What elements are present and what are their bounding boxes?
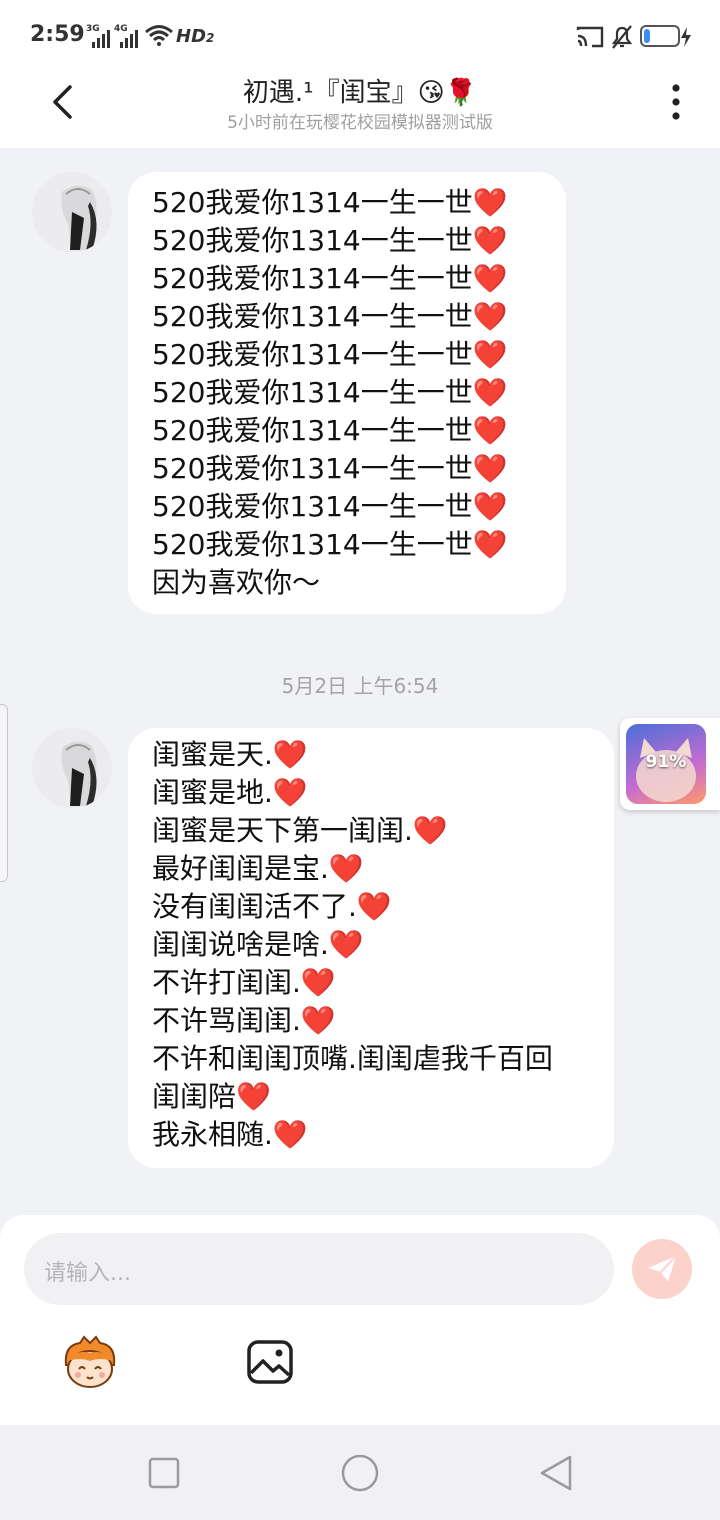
send-icon <box>648 1255 677 1282</box>
message-line: 闺闺说啥是啥.❤️ <box>152 928 364 961</box>
avatar[interactable] <box>32 728 112 808</box>
message-line: 闺蜜是地.❤️ <box>152 776 308 809</box>
chat-subtitle: 5小时前在玩樱花校园模拟器测试版 <box>227 113 493 133</box>
message-line: 最好闺闺是宝.❤️ <box>152 852 364 885</box>
charging-icon <box>681 27 691 47</box>
system-nav-bar <box>0 1425 720 1520</box>
battery-icon <box>640 25 680 47</box>
wifi-icon <box>145 25 173 46</box>
message-line: 闺蜜是天.❤️ <box>152 738 308 771</box>
message-line: 520我爱你1314一生一世❤️ <box>152 262 508 295</box>
message-line: 因为喜欢你～ <box>152 566 321 599</box>
chat-title: 初遇.¹『闺宝』😘🌹 <box>242 78 478 108</box>
chat-header: 初遇.¹『闺宝』😘🌹 5小时前在玩樱花校园模拟器测试版 <box>0 72 720 148</box>
cast-icon <box>576 26 604 48</box>
message-line: 不许打闺闺.❤️ <box>152 966 336 999</box>
status-bar: 2:59 3G 4G HD2 <box>0 0 720 72</box>
message-line: 我永相随.❤️ <box>152 1118 308 1151</box>
message-input[interactable]: 请输入... <box>24 1233 614 1305</box>
message-line: 闺蜜是天下第一闺闺.❤️ <box>152 814 448 847</box>
message-line: 520我爱你1314一生一世❤️ <box>152 224 508 257</box>
message-timestamp: 5月2日 上午6:54 <box>281 674 439 698</box>
message-line: 不许骂闺闺.❤️ <box>152 1004 336 1037</box>
send-button[interactable] <box>632 1239 692 1299</box>
message-line: 520我爱你1314一生一世❤️ <box>152 528 508 561</box>
avatar-image <box>32 172 112 252</box>
message-line: 没有闺闺活不了.❤️ <box>152 890 392 923</box>
message-bubble[interactable]: 520我爱你1314一生一世❤️ 520我爱你1314一生一世❤️ 520我爱你… <box>128 172 566 614</box>
message-line: 520我爱你1314一生一世❤️ <box>152 338 508 371</box>
message-line: 520我爱你1314一生一世❤️ <box>152 186 508 219</box>
avatar[interactable] <box>32 172 112 252</box>
message-line: 不许和闺闺顶嘴.闺闺虐我千百回 <box>152 1042 553 1075</box>
message-line: 520我爱你1314一生一世❤️ <box>152 414 508 447</box>
image-icon[interactable] <box>246 1339 294 1385</box>
edge-drawer-handle[interactable] <box>0 704 8 882</box>
message-line: 520我爱你1314一生一世❤️ <box>152 490 508 523</box>
avatar-image <box>32 728 112 808</box>
message-line: 520我爱你1314一生一世❤️ <box>152 376 508 409</box>
floating-game-widget[interactable]: 91% <box>620 718 720 810</box>
circle-icon[interactable] <box>340 1453 380 1493</box>
triangle-back-icon[interactable] <box>538 1453 574 1493</box>
mute-bell-icon <box>611 25 633 49</box>
input-placeholder: 请输入... <box>44 1261 131 1286</box>
message-bubble[interactable]: 闺蜜是天.❤️ 闺蜜是地.❤️ 闺蜜是天下第一闺闺.❤️ 最好闺闺是宝.❤️ 没… <box>128 728 614 1168</box>
message-line: 520我爱你1314一生一世❤️ <box>152 452 508 485</box>
sticker-face-icon[interactable] <box>60 1335 120 1391</box>
game-thumbnail: 91% <box>626 724 706 804</box>
message-line: 闺闺陪❤️ <box>152 1080 271 1113</box>
signal-4g-icon: 4G <box>114 24 140 48</box>
status-time: 2:59 <box>30 22 85 47</box>
hd-badge: HD2 <box>176 26 215 47</box>
input-panel: 请输入... <box>0 1215 720 1425</box>
square-icon[interactable] <box>148 1457 180 1489</box>
game-progress-text: 91% <box>645 752 687 772</box>
signal-3g-icon: 3G <box>86 24 112 48</box>
message-line: 520我爱你1314一生一世❤️ <box>152 300 508 333</box>
more-vertical-icon[interactable] <box>668 82 684 122</box>
